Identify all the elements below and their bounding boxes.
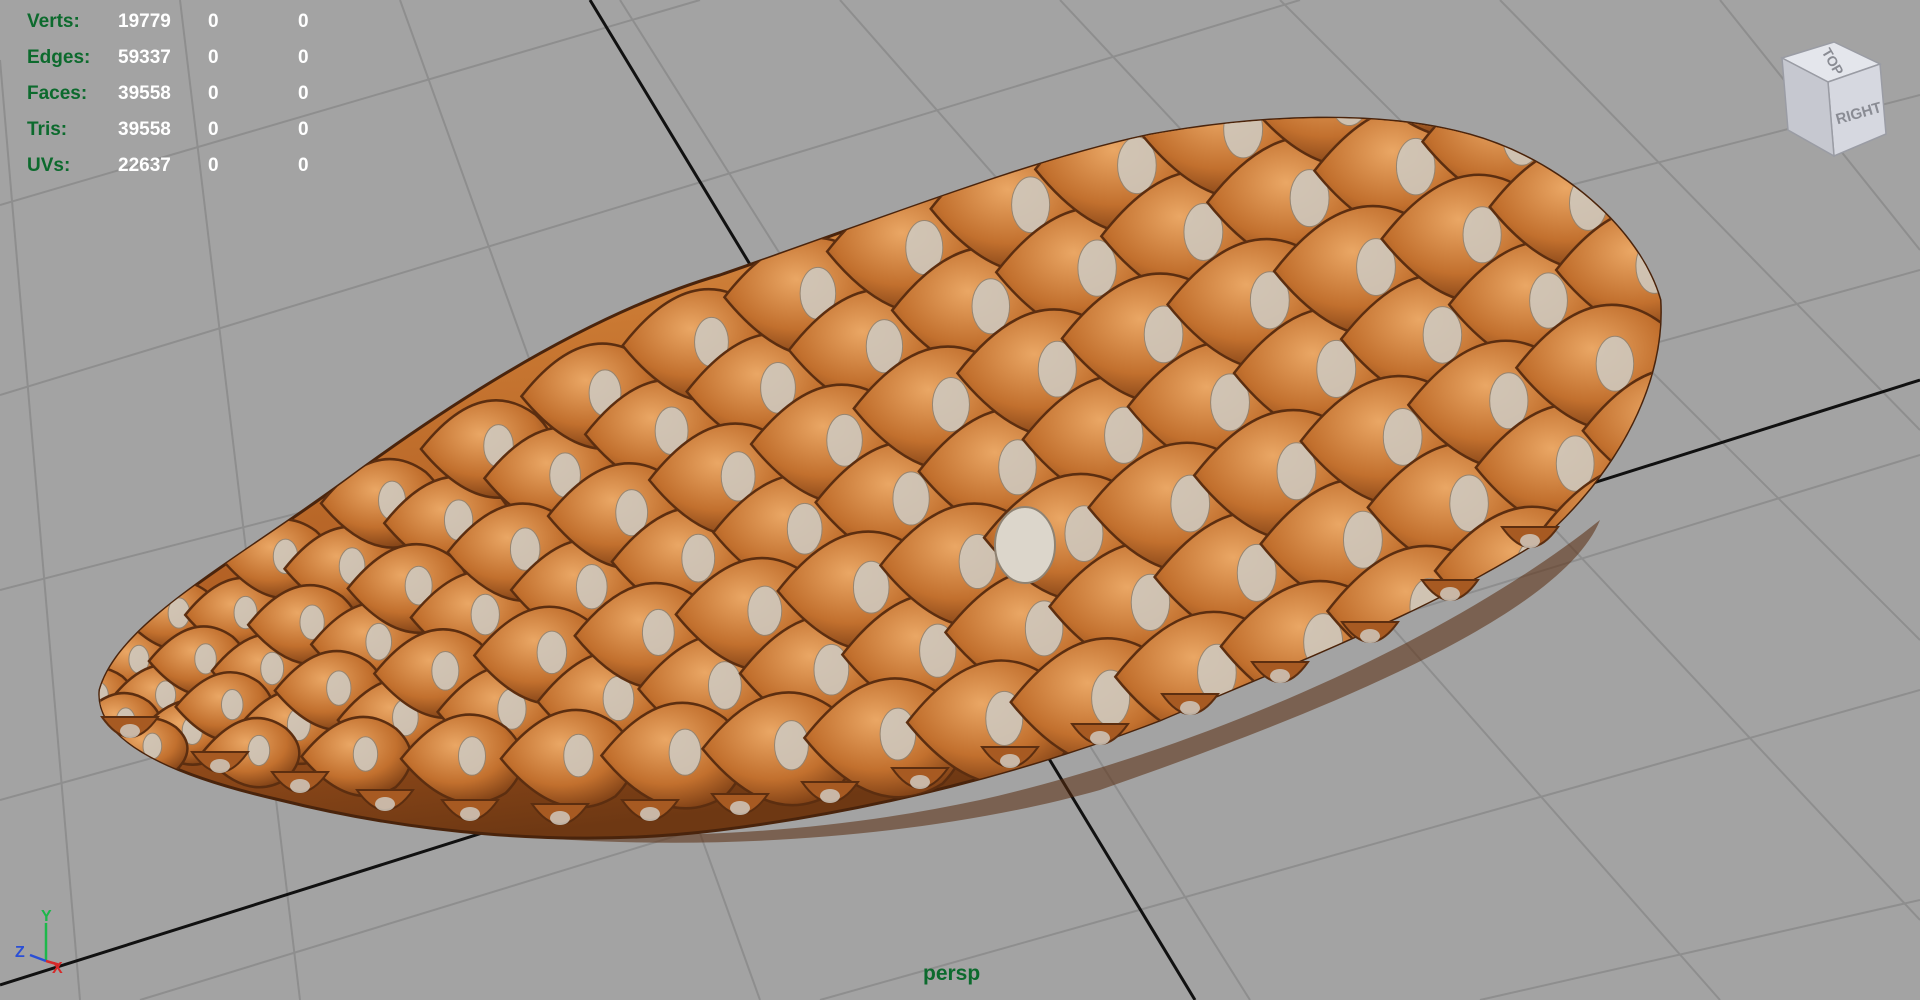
scale-tip-highlight (1520, 534, 1540, 548)
x-axis-label: X (52, 960, 63, 975)
hud-total: 22637 (118, 155, 171, 176)
hud-total: 59337 (118, 47, 171, 68)
hud-label: Faces: (27, 83, 88, 104)
scale-tip-highlight (375, 797, 395, 811)
hud-selected: 0 (208, 83, 219, 104)
hud-label: Verts: (27, 11, 80, 32)
scale-tip-highlight (120, 724, 140, 738)
hud-selected: 0 (208, 47, 219, 68)
hud-total: 39558 (118, 83, 171, 104)
scale-tip-highlight (730, 801, 750, 815)
cone-scale (1527, 118, 1661, 174)
axis-orientation-gizmo: Y Z X (15, 908, 63, 975)
scale-tip-highlight (1090, 731, 1110, 745)
cone-scale (99, 641, 109, 703)
cone-scale (1353, 118, 1529, 139)
cone-scale (1463, 0, 1632, 109)
grid-line (1479, 899, 1920, 1000)
scene-canvas[interactable] (0, 0, 1920, 1000)
hud-total: 19779 (118, 11, 171, 32)
hud-components: 0 (298, 11, 309, 32)
grid-line (179, 0, 301, 1000)
hud-components: 0 (298, 83, 309, 104)
scale-tip-highlight (820, 789, 840, 803)
hud-components: 0 (298, 119, 309, 140)
scale-tip-highlight (1000, 754, 1020, 768)
viewport-persp[interactable]: Verts: 19779 0 0 Edges: 59337 0 0 Faces: 39558 0 0 T… (0, 0, 1920, 1000)
scale-tip-highlight (1180, 701, 1200, 715)
cone-seed (994, 506, 1056, 584)
hud-components: 0 (298, 155, 309, 176)
scale-tip-highlight (1270, 669, 1290, 683)
scale-tip-highlight (460, 807, 480, 821)
hud-selected: 0 (208, 119, 219, 140)
grid-line (0, 59, 81, 1000)
scale-tip-highlight (1360, 629, 1380, 643)
z-axis-arrow (29, 953, 47, 963)
scale-tip-highlight (210, 759, 230, 773)
view-cube[interactable]: TOP RIGHT (1772, 38, 1890, 166)
hud-selected: 0 (208, 11, 219, 32)
y-axis-label: Y (41, 908, 52, 925)
scale-tip-highlight (1440, 587, 1460, 601)
hud-label: Edges: (27, 47, 91, 68)
hud-selected: 0 (208, 155, 219, 176)
hud-components: 0 (298, 47, 309, 68)
camera-name-label: persp (923, 962, 981, 985)
pine-cone-mesh[interactable] (23, 0, 1752, 843)
scale-tip-highlight (550, 811, 570, 825)
hud-label: UVs: (27, 155, 71, 176)
grid-line (0, 0, 701, 206)
hud-total: 39558 (118, 119, 171, 140)
scale-tip-highlight (910, 775, 930, 789)
scale-tip-highlight (290, 779, 310, 793)
z-axis-label: Z (15, 944, 25, 961)
hud-label: Tris: (27, 119, 68, 140)
scale-tip-highlight (640, 807, 660, 821)
